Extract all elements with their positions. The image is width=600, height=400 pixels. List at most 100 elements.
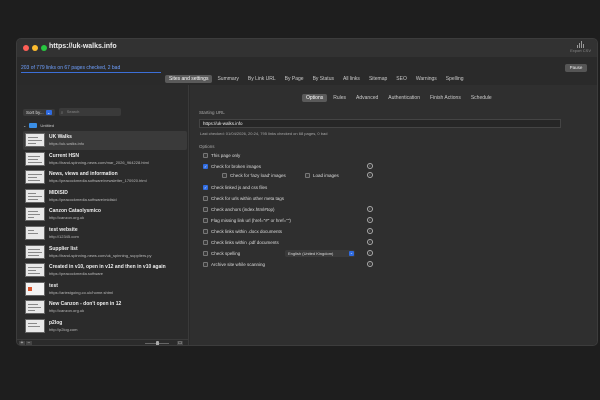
subtab-rules[interactable]: Rules [329,94,350,102]
option-check-meta-urls[interactable]: Check for urls within other meta tags [203,196,284,201]
tab-by-status[interactable]: By Status [309,75,338,83]
list-item[interactable]: New Canzon - don't open in 12 http://can… [23,298,187,317]
info-icon[interactable]: i [367,206,373,212]
option-lazy-load-images[interactable]: Check for 'lazy load' images [222,173,286,178]
checkbox[interactable] [305,173,310,178]
site-url: https://uk-walks.info [49,141,85,146]
site-name: Supplier list [49,245,78,252]
folder-icon [29,123,38,128]
list-item[interactable]: News, views and information https://peac… [23,168,187,187]
search-input[interactable]: ⌕ Search [58,108,121,116]
checkbox[interactable] [203,251,208,256]
option-label: Check for urls within other meta tags [211,196,285,201]
option-check-pdf[interactable]: Check links within .pdf documents [203,240,279,245]
list-item[interactable]: Created in v10, open in v12 and then in … [23,261,187,280]
sort-by-dropdown[interactable]: Sort by... ⌄ [23,108,55,116]
thumbnail-size-slider[interactable] [145,341,169,345]
option-check-spelling[interactable]: Check spelling [203,251,240,256]
site-url: http://12345.com [49,233,79,239]
checkbox[interactable] [203,218,208,223]
checkbox[interactable] [203,153,208,158]
tab-sites-and-settings[interactable]: Sites and settings [165,75,213,83]
checkbox-checked[interactable]: ✓ [203,164,208,169]
option-check-js-css[interactable]: ✓ Check linked js and css files [203,185,267,190]
option-check-anchors[interactable]: Check anchors (index.html#top) [203,207,275,212]
export-label: Export CSV [570,48,591,53]
tab-all-links[interactable]: All links [339,75,364,83]
info-icon[interactable]: i [367,228,373,234]
minimize-window-button[interactable] [32,45,38,51]
list-item[interactable]: MIDISID https://peacockmedia.software/mi… [23,187,187,206]
option-check-docx[interactable]: Check links within .docx documents [203,229,282,234]
checkbox[interactable] [203,240,208,245]
close-window-button[interactable] [23,45,29,51]
tab-seo[interactable]: SEO [392,75,411,83]
subtab-options[interactable]: Options [302,94,328,102]
tab-by-link-url[interactable]: By Link URL [244,75,280,83]
subtab-advanced[interactable]: Advanced [352,94,382,102]
list-item[interactable]: UK Walks https://uk-walks.info [23,131,187,150]
add-site-button[interactable]: + [19,341,25,345]
scan-status-text[interactable]: 203 of 779 links on 67 pages checked, 2 … [21,65,120,71]
checkbox[interactable] [203,229,208,234]
list-item[interactable]: Supplier list https://hand-spinning-news… [23,243,187,262]
sidebar-toggle-icon[interactable]: ▭ [177,341,183,345]
option-load-images[interactable]: Load images [305,173,339,178]
list-item[interactable]: Current HSN https://hand-spinning-news.c… [23,150,187,169]
site-thumbnail [25,244,45,259]
site-name: test [49,282,58,289]
sites-list: UK Walks https://uk-walks.info Current H… [23,131,187,336]
remove-site-button[interactable]: − [26,341,32,345]
checkbox[interactable] [203,196,208,201]
list-item[interactable]: p2log http://p2log.com [23,317,187,336]
sort-by-label: Sort by... [26,109,44,115]
checkbox[interactable] [203,207,208,212]
app-window: https://uk-walks.info Export CSV 203 of … [16,38,598,346]
site-thumbnail [25,188,45,203]
list-item[interactable]: test website http://12345.com [23,224,187,243]
option-flag-missing-url[interactable]: Flag missing link url (href="#" or href=… [203,218,291,223]
zoom-window-button[interactable] [41,45,47,51]
checkbox[interactable] [203,262,208,267]
settings-sub-tabs: Options Rules Advanced Authentication Fi… [302,94,496,102]
subtab-schedule[interactable]: Schedule [467,94,496,102]
site-thumbnail [25,225,45,240]
export-csv-button[interactable]: Export CSV [570,41,591,53]
site-name: Created in v10, open in v12 and then in … [49,264,166,271]
info-icon[interactable]: i [367,172,373,178]
option-archive-site[interactable]: Archive site while scanning [203,262,265,267]
site-url: http://canzon.org.uk [49,308,85,314]
spelling-language-dropdown[interactable]: English (United Kingdom) ⌄ [285,250,355,257]
tab-sitemap[interactable]: Sitemap [365,75,391,83]
info-icon[interactable]: i [367,239,373,245]
info-icon[interactable]: i [367,261,373,267]
starting-url-field[interactable]: https://uk-walks.info [199,119,561,128]
list-item[interactable]: test https://ariestgoing.co.uk/home.shtm… [23,280,187,299]
checkbox[interactable] [222,173,227,178]
option-label: Check linked js and css files [211,185,268,190]
slider-knob[interactable] [156,341,159,345]
sites-folder[interactable]: ⌄ Untitled [23,123,54,128]
tab-by-page[interactable]: By Page [281,75,308,83]
site-name: MIDISID [49,189,68,196]
checkbox-checked[interactable]: ✓ [203,185,208,190]
tab-summary[interactable]: Summary [213,75,242,83]
option-label: Check for 'lazy load' images [230,173,286,178]
tab-spelling[interactable]: Spelling [442,75,468,83]
info-icon[interactable]: i [367,163,373,169]
option-check-broken-images[interactable]: ✓ Check for broken images [203,164,261,169]
info-icon[interactable]: i [367,217,373,223]
disclosure-triangle-icon[interactable]: ⌄ [23,123,26,128]
tab-warnings[interactable]: Warnings [412,75,441,83]
pause-button[interactable]: Pause [565,64,587,72]
subtab-authentication[interactable]: Authentication [384,94,424,102]
subtab-finish-actions[interactable]: Finish Actions [426,94,465,102]
site-thumbnail [25,300,45,315]
option-this-page-only[interactable]: This page only [203,153,240,158]
site-url: https://hand-spinning-news.com/uk_spinni… [49,252,152,258]
option-label: Archive site while scanning [211,262,266,267]
list-item[interactable]: Canzon Cataolysmico http://canzon.org.uk [23,205,187,224]
sidebar-toolbar: + − ▭ [17,339,188,345]
info-icon[interactable]: i [367,250,373,256]
site-url: https://peacockmedia.software/midisid [49,196,117,202]
